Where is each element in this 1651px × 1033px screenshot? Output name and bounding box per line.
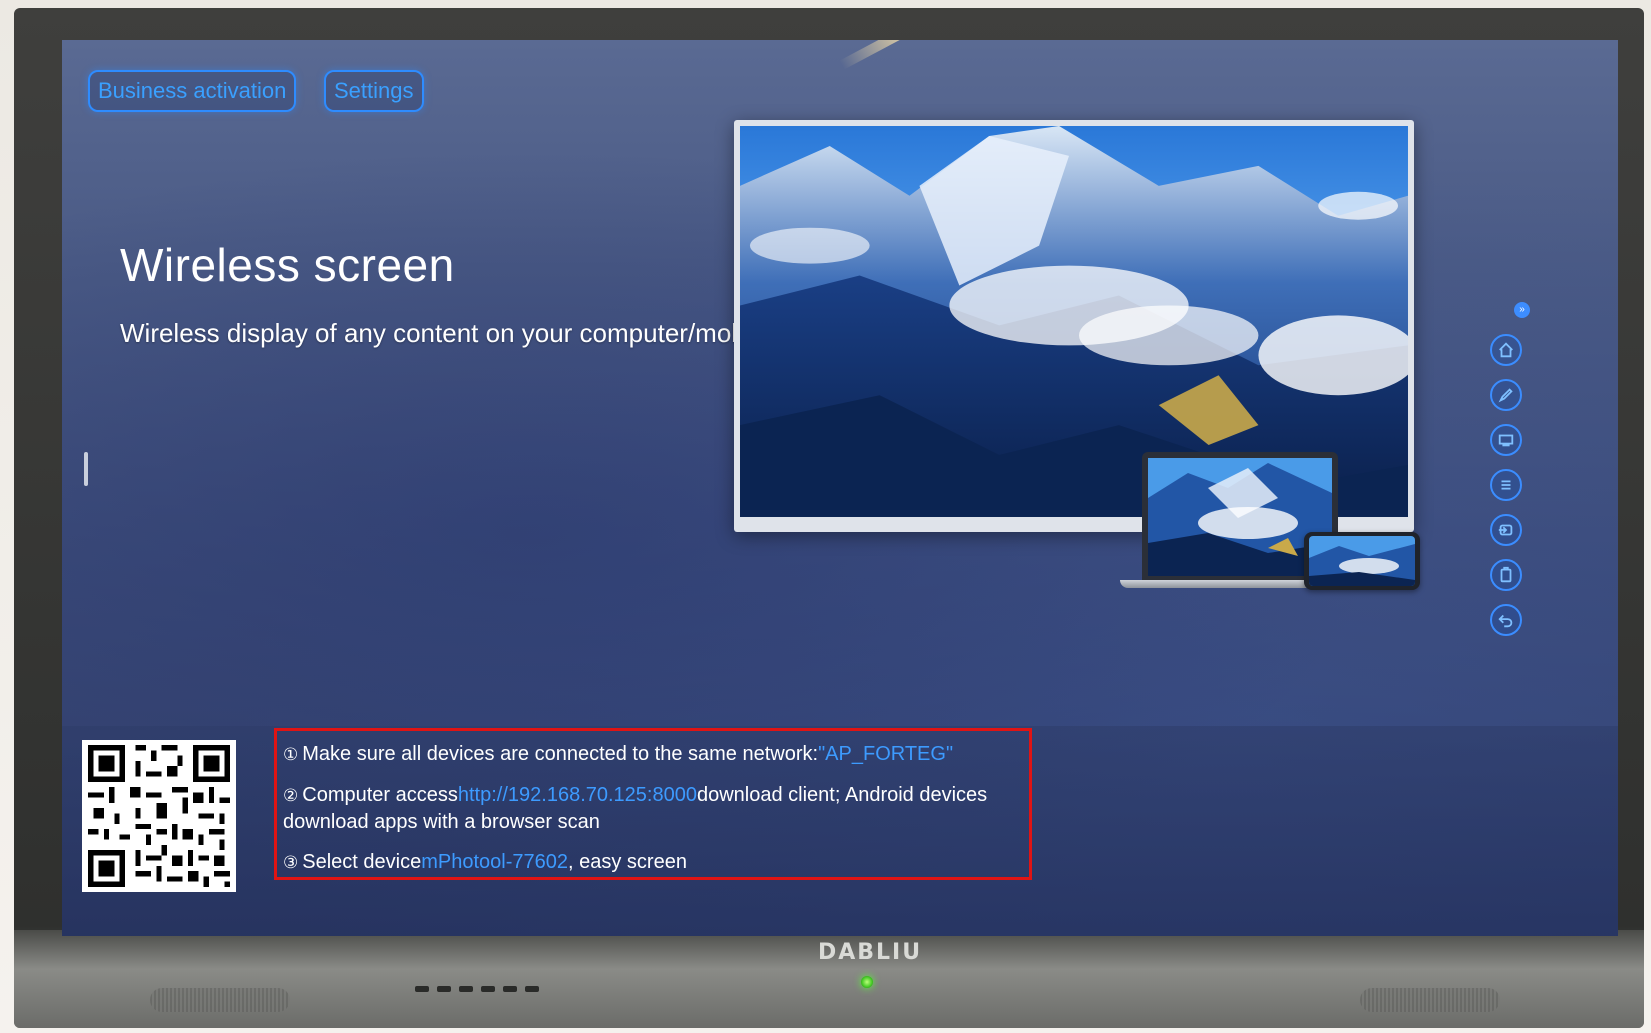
bezel-buttons <box>415 986 539 992</box>
bezel-button[interactable] <box>415 986 429 992</box>
bezel-button[interactable] <box>459 986 473 992</box>
bezel-button[interactable] <box>437 986 451 992</box>
step-2: ② Computer accesshttp://192.168.70.125:80… <box>283 782 1021 835</box>
clipboard-icon[interactable] <box>1490 559 1522 591</box>
step-number: ② <box>283 786 299 805</box>
bezel-button[interactable] <box>525 986 539 992</box>
device-name: mPhotool-77602 <box>421 851 568 873</box>
phone-screen-image <box>1309 536 1415 586</box>
speaker-grille-right <box>1360 988 1500 1012</box>
bezel-button[interactable] <box>503 986 517 992</box>
speaker-grille-left <box>150 988 290 1012</box>
input-source-icon[interactable] <box>1490 514 1522 546</box>
network-name: "AP_FORTEG" <box>818 743 954 765</box>
qr-code-image <box>83 740 235 892</box>
bezel-button[interactable] <box>481 986 495 992</box>
screen-icon[interactable] <box>1490 424 1522 456</box>
instructions-box: ① Make sure all devices are connected to … <box>274 728 1032 880</box>
qr-code[interactable] <box>82 740 236 892</box>
side-drawer-handle[interactable] <box>84 452 88 486</box>
screen: Business activation Settings Wireless sc… <box>62 40 1618 936</box>
glare-reflection <box>839 40 968 70</box>
monitor-brand-logo: DABLIU <box>817 940 923 965</box>
step-text-after: , easy screen <box>568 851 687 873</box>
phone-illustration <box>1304 532 1420 590</box>
step-1: ① Make sure all devices are connected to … <box>283 741 1021 768</box>
step-3: ③ Select devicemPhotool-77602, easy scree… <box>283 849 1021 876</box>
power-led <box>861 976 873 988</box>
toolbar-collapse-icon[interactable]: » <box>1514 302 1530 318</box>
step-number: ① <box>283 745 299 764</box>
settings-button[interactable]: Settings <box>324 70 424 112</box>
step-text: Make sure all devices are connected to t… <box>302 743 819 765</box>
list-icon[interactable] <box>1490 469 1522 501</box>
step-text: Computer access <box>302 784 458 806</box>
download-url-link[interactable]: http://192.168.70.125:8000 <box>458 784 697 806</box>
home-icon[interactable] <box>1490 334 1522 366</box>
business-activation-button[interactable]: Business activation <box>88 70 297 112</box>
step-number: ③ <box>283 853 299 872</box>
pen-icon[interactable] <box>1490 379 1522 411</box>
back-icon[interactable] <box>1490 604 1522 636</box>
page-title: Wireless screen <box>120 239 455 291</box>
step-text: Select device <box>302 851 422 873</box>
